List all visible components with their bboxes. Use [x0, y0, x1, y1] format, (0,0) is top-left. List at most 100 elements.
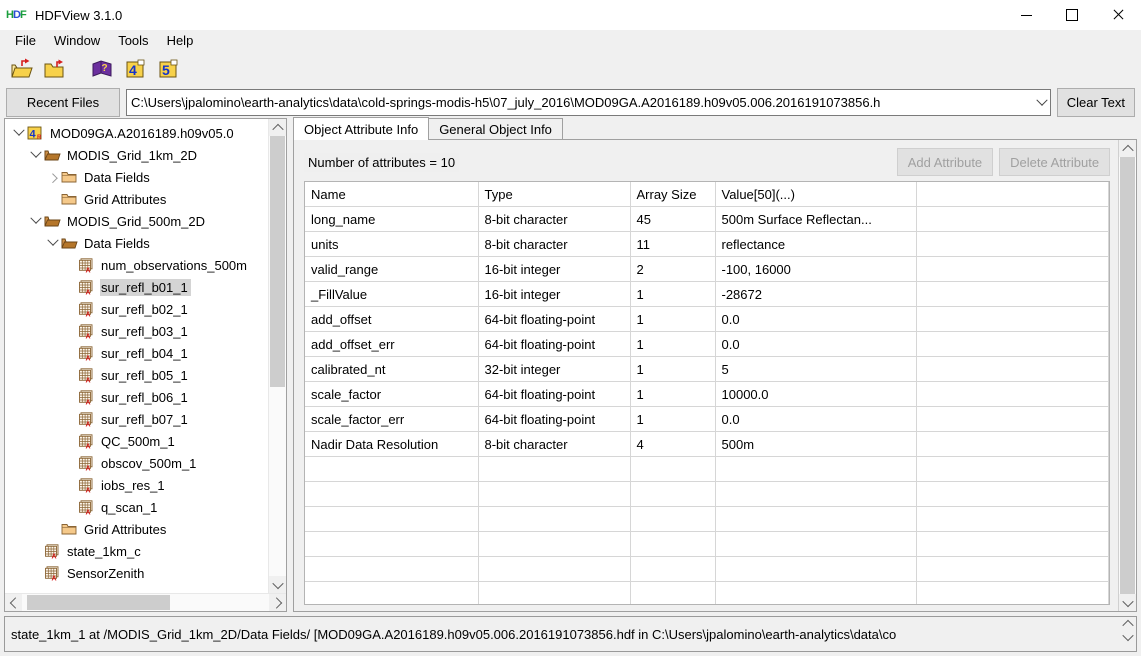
- attribute-row[interactable]: [305, 456, 1110, 482]
- attribute-cell[interactable]: 0.0: [715, 331, 917, 357]
- tree-item[interactable]: Grid Attributes: [5, 518, 268, 540]
- attribute-cell[interactable]: [715, 456, 917, 482]
- attribute-cell[interactable]: 1: [630, 331, 716, 357]
- attribute-cell[interactable]: [478, 506, 631, 532]
- attribute-cell[interactable]: [916, 206, 1110, 232]
- attribute-table[interactable]: Name Type Array Size Value[50](...) long_na…: [305, 182, 1110, 604]
- attribute-row[interactable]: add_offset_err 64-bit floating-point 1 0.0: [305, 331, 1110, 357]
- attribute-cell[interactable]: calibrated_nt: [305, 356, 479, 382]
- attribute-cell[interactable]: scale_factor_err: [305, 406, 479, 432]
- attribute-cell[interactable]: Nadir Data Resolution: [305, 431, 479, 457]
- attribute-cell[interactable]: [916, 506, 1110, 532]
- tree-item[interactable]: Asur_refl_b05_1: [5, 364, 268, 386]
- attribute-cell[interactable]: [630, 531, 716, 557]
- scroll-up-button[interactable]: [1119, 617, 1136, 631]
- recent-files-button[interactable]: Recent Files: [6, 88, 120, 117]
- scroll-left-button[interactable]: [5, 594, 22, 611]
- attribute-vscroll-thumb[interactable]: [1120, 157, 1136, 594]
- tree-item[interactable]: Data Fields: [5, 232, 268, 254]
- close-button[interactable]: [1095, 0, 1141, 30]
- attribute-vertical-scrollbar[interactable]: [1118, 140, 1137, 611]
- attribute-cell[interactable]: [305, 556, 479, 582]
- attribute-cell[interactable]: [916, 456, 1110, 482]
- menu-window[interactable]: Window: [45, 31, 109, 51]
- expand-twisty-icon[interactable]: [28, 212, 44, 225]
- collapse-twisty-icon[interactable]: [45, 172, 61, 183]
- attribute-cell[interactable]: [305, 456, 479, 482]
- file-path-combo[interactable]: C:\Users\jpalomino\earth-analytics\data\…: [126, 89, 1051, 116]
- tree-hscroll-track[interactable]: [22, 594, 269, 611]
- tree-item[interactable]: A QC_500m_1: [5, 430, 268, 452]
- attribute-cell[interactable]: 500m Surface Reflectan...: [715, 206, 917, 232]
- attribute-cell[interactable]: [916, 481, 1110, 507]
- attribute-cell[interactable]: add_offset: [305, 306, 479, 332]
- attribute-column-header[interactable]: Name: [305, 182, 479, 207]
- tree-item[interactable]: 4 R MOD09GA.A2016189.h09v05.0: [5, 122, 268, 144]
- tab-object-attribute-info[interactable]: Object Attribute Info: [293, 117, 430, 140]
- attribute-cell[interactable]: -28672: [715, 281, 917, 307]
- attribute-row[interactable]: [305, 481, 1110, 507]
- scroll-down-button[interactable]: [1119, 594, 1137, 611]
- attribute-row[interactable]: long_name 8-bit character 45 500m Surface R…: [305, 206, 1110, 232]
- tree-item[interactable]: Data Fields: [5, 166, 268, 188]
- tree-item[interactable]: Aobscov_500m_1: [5, 452, 268, 474]
- attribute-cell[interactable]: [916, 256, 1110, 282]
- tab-general-object-info[interactable]: General Object Info: [428, 118, 563, 140]
- attribute-cell[interactable]: -100, 16000: [715, 256, 917, 282]
- tree-item[interactable]: Asur_refl_b02_1: [5, 298, 268, 320]
- attribute-cell[interactable]: [916, 431, 1110, 457]
- attribute-cell[interactable]: 64-bit floating-point: [478, 406, 631, 432]
- attribute-cell[interactable]: [916, 356, 1110, 382]
- attribute-cell[interactable]: [916, 556, 1110, 582]
- hdf4-button[interactable]: 4: [120, 54, 150, 84]
- attribute-row[interactable]: [305, 506, 1110, 532]
- attribute-cell[interactable]: [916, 531, 1110, 557]
- attribute-cell[interactable]: 10000.0: [715, 381, 917, 407]
- attribute-cell[interactable]: 4: [630, 431, 716, 457]
- attribute-cell[interactable]: [305, 531, 479, 557]
- attribute-cell[interactable]: [916, 331, 1110, 357]
- attribute-row[interactable]: [305, 581, 1110, 604]
- attribute-cell[interactable]: 0.0: [715, 406, 917, 432]
- tree-item[interactable]: Anum_observations_500m: [5, 254, 268, 276]
- expand-twisty-icon[interactable]: [45, 234, 61, 247]
- tree-item[interactable]: Astate_1km_c: [5, 540, 268, 562]
- attribute-cell[interactable]: 45: [630, 206, 716, 232]
- attribute-column-header[interactable]: Type: [478, 182, 631, 207]
- add-attribute-button[interactable]: Add Attribute: [896, 148, 994, 176]
- attribute-column-header[interactable]: Array Size: [630, 182, 716, 207]
- attribute-cell[interactable]: 1: [630, 306, 716, 332]
- tree-item[interactable]: MODIS_Grid_500m_2D: [5, 210, 268, 232]
- tree-item[interactable]: Asur_refl_b07_1: [5, 408, 268, 430]
- attribute-cell[interactable]: [478, 531, 631, 557]
- attribute-cell[interactable]: [630, 556, 716, 582]
- open-file-button[interactable]: [7, 54, 37, 84]
- attribute-cell[interactable]: 32-bit integer: [478, 356, 631, 382]
- help-button[interactable]: ?: [87, 54, 117, 84]
- attribute-cell[interactable]: [478, 556, 631, 582]
- attribute-row[interactable]: scale_factor 64-bit floating-point 1 10000.…: [305, 381, 1110, 407]
- attribute-cell[interactable]: 1: [630, 356, 716, 382]
- attribute-cell[interactable]: [630, 506, 716, 532]
- tree-item[interactable]: Aiobs_res_1: [5, 474, 268, 496]
- hdf5-button[interactable]: 5: [153, 54, 183, 84]
- scroll-down-button[interactable]: [1119, 629, 1136, 643]
- attribute-cell[interactable]: [715, 556, 917, 582]
- attribute-row[interactable]: _FillValue 16-bit integer 1 -28672: [305, 281, 1110, 307]
- attribute-vscroll-track[interactable]: [1119, 157, 1137, 594]
- attribute-cell[interactable]: [715, 506, 917, 532]
- attribute-cell[interactable]: 2: [630, 256, 716, 282]
- attribute-cell[interactable]: [305, 481, 479, 507]
- minimize-button[interactable]: [1003, 0, 1049, 30]
- attribute-cell[interactable]: 1: [630, 281, 716, 307]
- attribute-cell[interactable]: long_name: [305, 206, 479, 232]
- clear-text-button[interactable]: Clear Text: [1056, 88, 1135, 117]
- attribute-row[interactable]: [305, 556, 1110, 582]
- attribute-cell[interactable]: [715, 581, 917, 604]
- attribute-cell[interactable]: 64-bit floating-point: [478, 306, 631, 332]
- attribute-cell[interactable]: 1: [630, 381, 716, 407]
- attribute-row[interactable]: scale_factor_err 64-bit floating-point 1 0.…: [305, 406, 1110, 432]
- attribute-cell[interactable]: [715, 531, 917, 557]
- expand-twisty-icon[interactable]: [11, 124, 27, 137]
- menu-file[interactable]: File: [6, 31, 45, 51]
